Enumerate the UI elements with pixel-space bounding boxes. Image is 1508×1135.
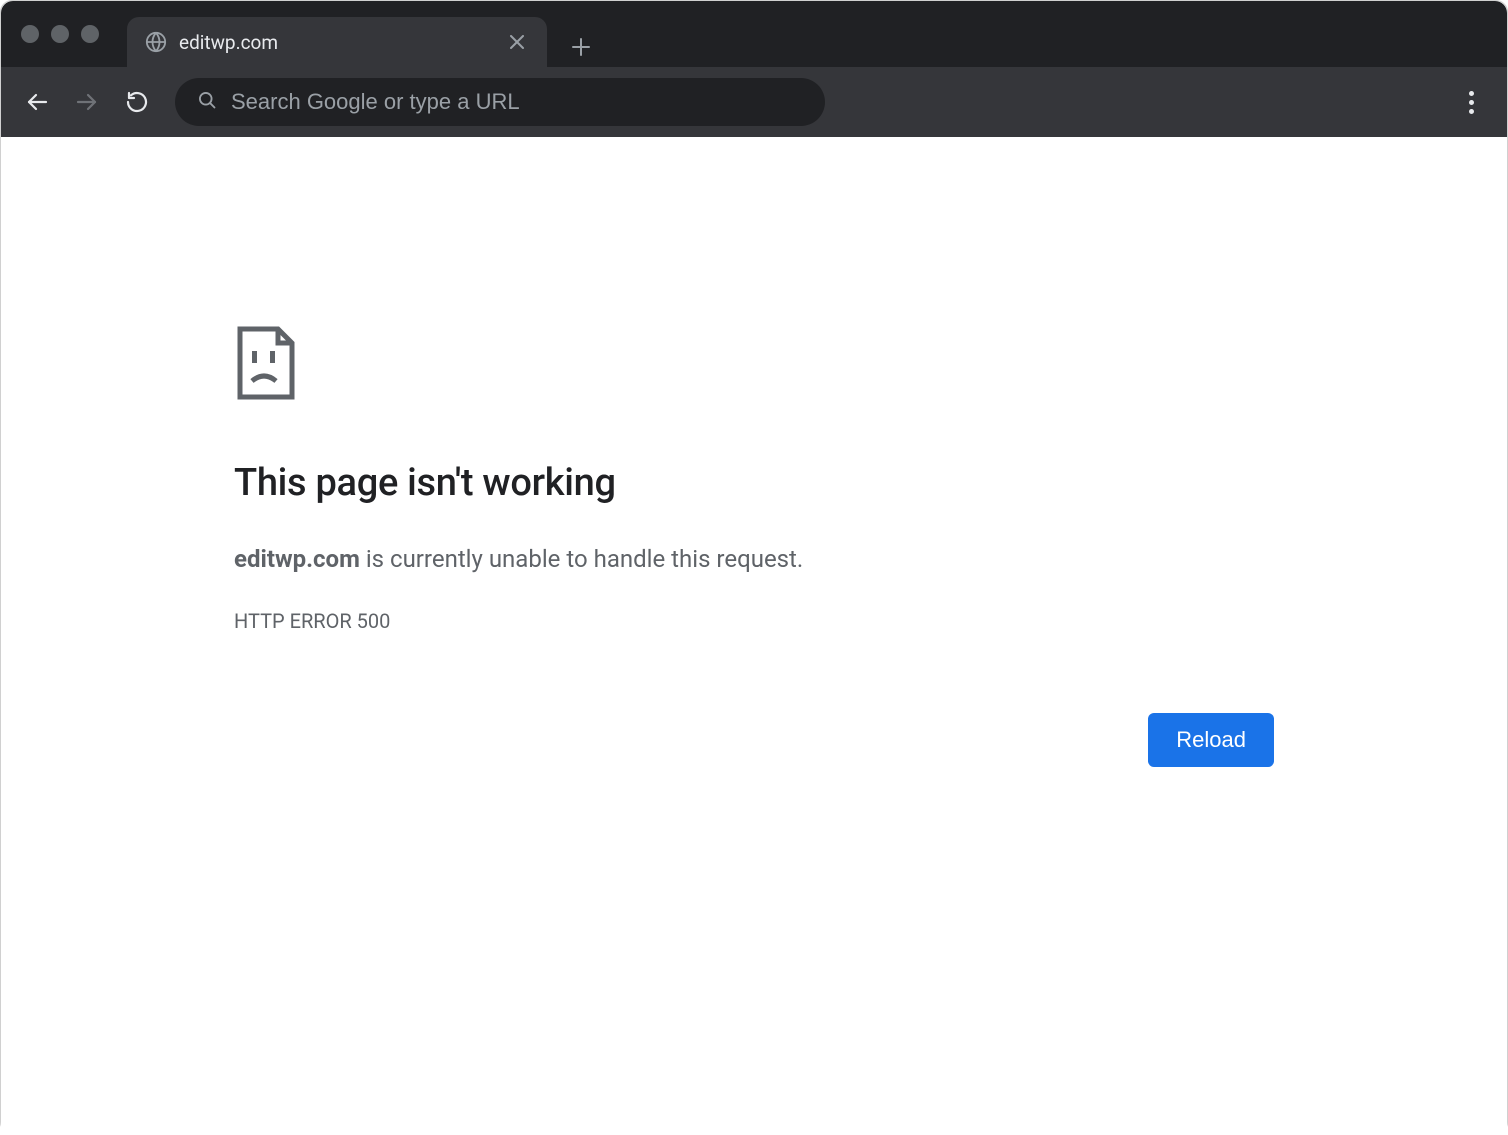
tab-title: editwp.com	[179, 31, 493, 54]
globe-icon	[145, 31, 167, 53]
reload-toolbar-button[interactable]	[117, 82, 157, 122]
titlebar: editwp.com	[1, 1, 1507, 67]
error-desc-suffix: is currently unable to handle this reque…	[360, 545, 803, 573]
new-tab-button[interactable]	[561, 27, 601, 67]
omnibox-input[interactable]	[231, 89, 803, 115]
search-icon	[197, 90, 217, 114]
reload-button[interactable]: Reload	[1148, 713, 1274, 767]
page-content: This page isn't working editwp.com is cu…	[1, 137, 1507, 1135]
error-domain: editwp.com	[234, 545, 360, 573]
sad-file-icon	[234, 325, 298, 401]
close-tab-icon[interactable]	[505, 30, 529, 54]
window-close-button[interactable]	[21, 25, 39, 43]
error-title: This page isn't working	[234, 461, 1274, 505]
address-bar[interactable]	[175, 78, 825, 126]
browser-chrome: editwp.com	[1, 1, 1507, 137]
forward-button[interactable]	[67, 82, 107, 122]
tab-strip: editwp.com	[127, 1, 1507, 67]
toolbar	[1, 67, 1507, 137]
browser-menu-button[interactable]	[1451, 82, 1491, 122]
error-description: editwp.com is currently unable to handle…	[234, 545, 1274, 573]
browser-tab[interactable]: editwp.com	[127, 17, 547, 67]
window-controls	[21, 25, 99, 43]
window-minimize-button[interactable]	[51, 25, 69, 43]
error-code: HTTP ERROR 500	[234, 609, 1274, 633]
back-button[interactable]	[17, 82, 57, 122]
window-maximize-button[interactable]	[81, 25, 99, 43]
